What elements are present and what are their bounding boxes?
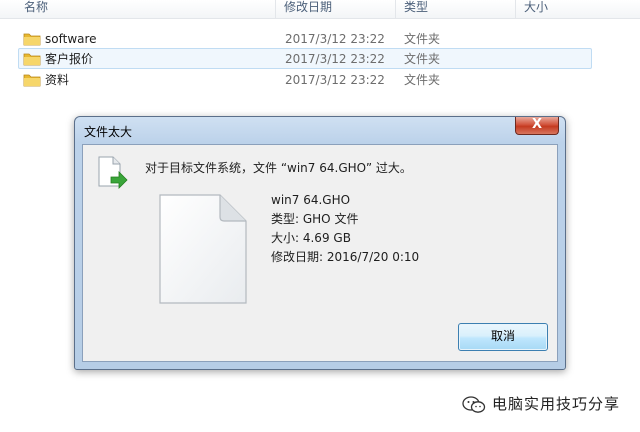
file-too-large-dialog: 文件太大 X 对于目标文件系统，文件 “win7 64.GHO” 过大。 win… xyxy=(74,116,566,370)
file-details-type: 类型: GHO 文件 xyxy=(271,212,359,226)
file-details-name: win7 64.GHO xyxy=(271,193,351,207)
file-details-modified: 修改日期: 2016/7/20 0:10 xyxy=(271,250,420,264)
file-details: win7 64.GHO 类型: GHO 文件 大小: 4.69 GB 修改日期:… xyxy=(271,191,419,267)
close-button[interactable]: X xyxy=(515,117,559,135)
file-date: 2017/3/12 23:22 xyxy=(285,52,385,66)
file-name: 资料 xyxy=(45,73,70,87)
document-icon xyxy=(159,194,247,304)
file-name: software xyxy=(45,32,97,46)
column-name[interactable]: 名称 xyxy=(0,0,276,18)
close-icon: X xyxy=(531,117,543,132)
dialog-message: 对于目标文件系统，文件 “win7 64.GHO” 过大。 xyxy=(145,161,412,175)
watermark-text: 电脑实用技巧分享 xyxy=(492,395,621,413)
column-size[interactable]: 大小 xyxy=(516,0,640,18)
file-row-materials[interactable]: 资料 2017/3/12 23:22 文件夹 xyxy=(18,69,592,90)
folder-icon xyxy=(23,53,41,66)
file-details-size: 大小: 4.69 GB xyxy=(271,231,351,245)
column-type[interactable]: 类型 xyxy=(396,0,516,18)
column-date-modified[interactable]: 修改日期 xyxy=(276,0,396,18)
file-move-icon xyxy=(98,156,128,189)
file-type: 文件夹 xyxy=(404,32,441,46)
file-date: 2017/3/12 23:22 xyxy=(285,32,385,46)
file-type: 文件夹 xyxy=(404,52,441,66)
folder-icon xyxy=(23,33,41,46)
cancel-button[interactable]: 取消 xyxy=(458,323,548,351)
file-name: 客户报价 xyxy=(45,52,94,66)
dialog-titlebar[interactable]: 文件太大 xyxy=(75,117,565,145)
dialog-body: 对于目标文件系统，文件 “win7 64.GHO” 过大。 win7 64.GH… xyxy=(82,144,558,362)
file-row-software[interactable]: software 2017/3/12 23:22 文件夹 xyxy=(18,28,592,49)
dialog-title: 文件太大 xyxy=(84,125,133,139)
file-row-quotes[interactable]: 客户报价 2017/3/12 23:22 文件夹 xyxy=(18,48,592,69)
wechat-icon xyxy=(462,396,486,413)
file-type: 文件夹 xyxy=(404,73,441,87)
folder-icon xyxy=(23,74,41,87)
column-header: 名称 修改日期 类型 大小 xyxy=(0,0,640,19)
file-date: 2017/3/12 23:22 xyxy=(285,73,385,87)
